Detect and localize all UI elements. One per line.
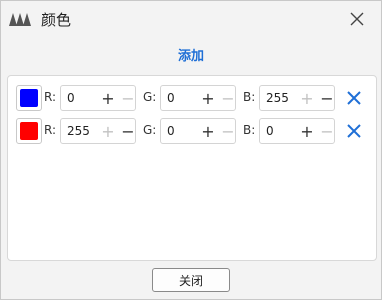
titlebar: 颜色 [1,1,381,37]
delete-icon[interactable] [344,121,364,141]
b-spinbox[interactable]: 0 + − [259,118,335,144]
r-spinbox[interactable]: 0 + − [60,85,136,111]
r-value[interactable]: 0 [67,91,75,105]
color-row: R: 0 + − G: 0 + − B: 255 + − [8,82,376,114]
increment-button[interactable]: + [199,89,217,108]
decrement-button[interactable]: − [119,89,137,108]
g-label: G: [143,90,157,104]
g-label: G: [143,123,157,137]
color-swatch-button[interactable] [16,118,42,144]
increment-button[interactable]: + [298,122,316,141]
color-list: R: 0 + − G: 0 + − B: 255 + − R: 255 + − … [7,75,377,261]
app-logo-icon [8,11,32,27]
color-dialog: 颜色 添加 R: 0 + − G: 0 + − B: 255 + − R: 25… [0,0,382,300]
g-value[interactable]: 0 [167,91,175,105]
close-button[interactable]: 关闭 [152,268,230,292]
g-value[interactable]: 0 [167,124,175,138]
increment-button[interactable]: + [298,89,316,108]
b-value[interactable]: 255 [266,91,289,105]
g-spinbox[interactable]: 0 + − [160,118,236,144]
b-label: B: [243,123,256,137]
add-button[interactable]: 添加 [1,45,381,64]
increment-button[interactable]: + [199,122,217,141]
decrement-button[interactable]: − [219,122,237,141]
r-label: R: [44,123,57,137]
color-swatch [20,89,38,107]
b-spinbox[interactable]: 255 + − [259,85,335,111]
increment-button[interactable]: + [99,122,117,141]
decrement-button[interactable]: − [318,122,336,141]
decrement-button[interactable]: − [219,89,237,108]
decrement-button[interactable]: − [318,89,336,108]
g-spinbox[interactable]: 0 + − [160,85,236,111]
b-value[interactable]: 0 [266,124,274,138]
r-label: R: [44,90,57,104]
color-row: R: 255 + − G: 0 + − B: 0 + − [8,115,376,147]
b-label: B: [243,90,256,104]
increment-button[interactable]: + [99,89,117,108]
decrement-button[interactable]: − [119,122,137,141]
color-swatch-button[interactable] [16,85,42,111]
close-icon[interactable] [347,9,367,29]
r-spinbox[interactable]: 255 + − [60,118,136,144]
r-value[interactable]: 255 [67,124,90,138]
color-swatch [20,122,38,140]
window-title: 颜色 [41,11,72,29]
delete-icon[interactable] [344,88,364,108]
